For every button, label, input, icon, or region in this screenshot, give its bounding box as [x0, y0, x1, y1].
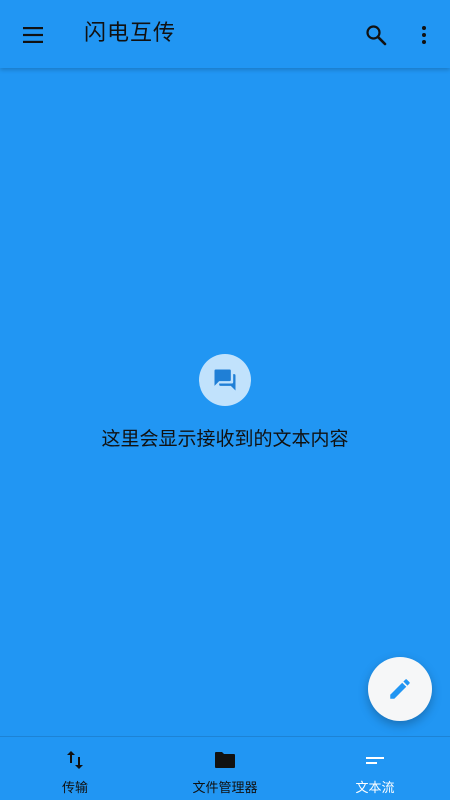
hamburger-menu-icon	[23, 27, 43, 43]
app-title: 闪电互传	[84, 21, 177, 46]
chat-bubbles-icon	[199, 354, 251, 406]
nav-item-transfer[interactable]: 传输	[0, 737, 150, 800]
short-text-icon	[366, 757, 384, 764]
nav-item-file-manager[interactable]: 文件管理器	[150, 737, 300, 800]
compose-text-fab[interactable]	[368, 657, 432, 721]
more-vert-icon	[422, 26, 426, 44]
search-button[interactable]	[354, 13, 398, 57]
pencil-edit-icon	[390, 679, 410, 699]
menu-button[interactable]	[11, 13, 55, 57]
empty-state-message: 这里会显示接收到的文本内容	[101, 428, 349, 450]
app-screen: 闪电互传 这里会显示接收到的文本内容 传输 文件管理器 文本流	[0, 0, 450, 800]
app-bar: 闪电互传	[0, 0, 450, 68]
folder-icon	[215, 752, 235, 768]
search-icon	[366, 25, 387, 46]
nav-item-label: 文本流	[355, 781, 395, 796]
empty-state: 这里会显示接收到的文本内容	[0, 354, 450, 451]
bottom-navigation: 传输 文件管理器 文本流	[0, 736, 450, 800]
nav-item-label: 传输	[61, 781, 88, 796]
more-options-button[interactable]	[402, 13, 446, 57]
nav-item-label: 文件管理器	[192, 781, 258, 796]
swap-vertical-arrows-icon	[67, 751, 83, 769]
nav-item-text-stream[interactable]: 文本流	[300, 737, 450, 800]
